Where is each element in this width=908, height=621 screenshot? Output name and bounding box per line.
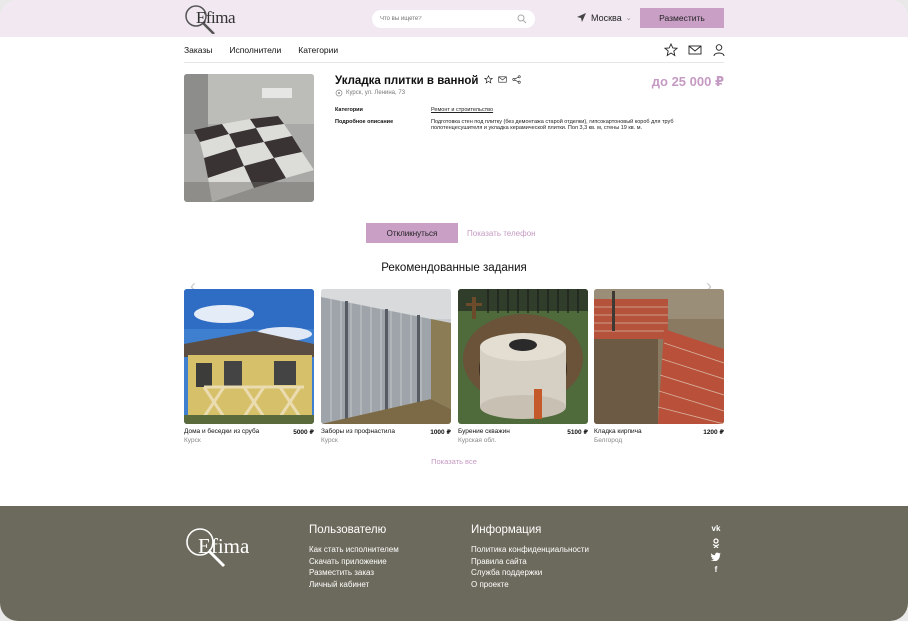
description-text: Подготовка стен под плитку (без демонтаж… [431, 118, 674, 132]
show-phone-link[interactable]: Показать телефон [467, 229, 536, 238]
nav-item-performers[interactable]: Исполнители [229, 45, 281, 55]
mail-icon[interactable] [688, 43, 702, 57]
show-all-link[interactable]: Показать все [0, 457, 908, 466]
footer-logo[interactable]: Efima [184, 526, 264, 570]
card-title: Бурение скважин [458, 428, 510, 435]
logo-text: Efima [196, 8, 236, 27]
footer-link[interactable]: Личный кабинет [309, 579, 399, 591]
city-selector[interactable]: Москва ⌄ [576, 12, 632, 23]
description-label: Подробное описание [335, 118, 394, 125]
location-arrow-icon [577, 13, 586, 22]
card-image[interactable] [321, 289, 451, 424]
card-price: 5000 ₽ [293, 429, 314, 436]
share-icon[interactable] [512, 75, 521, 84]
card-city: Курск [184, 437, 201, 444]
twitter-icon[interactable] [711, 552, 721, 561]
card-title: Заборы из профнастила [321, 428, 395, 435]
nav-item-orders[interactable]: Заказы [184, 45, 212, 55]
main-nav: Заказы Исполнители Категории [184, 45, 338, 55]
city-name: Москва [591, 12, 622, 23]
footer-logo-text: Efima [198, 534, 250, 558]
task-card[interactable]: Бурение скважин 5100 ₽ Курская обл. [458, 289, 588, 448]
respond-button[interactable]: Откликнуться [366, 223, 458, 243]
facebook-icon[interactable]: f [715, 565, 718, 575]
task-price: до 25 000 ₽ [651, 74, 724, 89]
task-card[interactable]: Заборы из профнастила 1000 ₽ Курск [321, 289, 451, 448]
star-icon[interactable] [664, 43, 678, 57]
social-links: vk f [711, 524, 721, 575]
task-photo[interactable] [184, 74, 314, 202]
task-address: Курск, ул. Ленина, 73 [335, 89, 405, 97]
footer: Efima Пользователю Как стать исполнителе… [0, 506, 908, 621]
search-icon[interactable] [517, 14, 527, 24]
favorite-star-icon[interactable] [484, 75, 493, 84]
footer-link[interactable]: Политика конфиденциальности [471, 544, 589, 556]
card-image[interactable] [594, 289, 724, 424]
footer-users-column: Пользователю Как стать исполнителем Скач… [309, 524, 399, 591]
post-button[interactable]: Разместить [640, 8, 724, 28]
task-details: Категории Ремонт и строительство Подробн… [335, 107, 723, 137]
card-image[interactable] [184, 289, 314, 424]
search-input[interactable] [380, 12, 510, 26]
card-price: 5100 ₽ [567, 429, 588, 436]
card-city: Курск [321, 437, 338, 444]
user-icon[interactable] [712, 43, 726, 57]
card-title: Дома и беседки из сруба [184, 428, 260, 435]
task-title: Укладка плитки в ванной [335, 75, 479, 87]
task-actions [484, 75, 521, 84]
search-box[interactable] [372, 10, 535, 28]
recommended-title: Рекомендованные задания [381, 262, 527, 274]
category-label: Категории [335, 107, 363, 113]
footer-link[interactable]: Как стать исполнителем [309, 544, 399, 556]
task-card[interactable]: Кладка кирпича 1200 ₽ Белгород [594, 289, 724, 448]
ok-icon[interactable] [712, 538, 720, 548]
footer-link[interactable]: О проекте [471, 579, 589, 591]
nav-icons [664, 43, 726, 57]
vk-icon[interactable]: vk [712, 524, 721, 534]
footer-link[interactable]: Правила сайта [471, 556, 589, 568]
card-title: Кладка кирпича [594, 428, 642, 435]
footer-link[interactable]: Служба поддержки [471, 567, 589, 579]
footer-link[interactable]: Разместить заказ [309, 567, 399, 579]
footer-users-title: Пользователю [309, 524, 387, 536]
card-price: 1200 ₽ [703, 429, 724, 436]
location-pin-icon [335, 89, 343, 97]
task-card[interactable]: Дома и беседки из сруба 5000 ₽ Курск [184, 289, 314, 448]
category-link[interactable]: Ремонт и строительство [431, 107, 723, 114]
nav-divider [184, 62, 724, 63]
page: Efima Москва ⌄ Разместить Заказы Исполни… [0, 0, 908, 621]
nav-item-categories[interactable]: Категории [298, 45, 338, 55]
card-city: Белгород [594, 437, 623, 444]
card-city: Курская обл. [458, 437, 497, 444]
chevron-down-icon: ⌄ [625, 14, 632, 22]
message-icon[interactable] [498, 75, 507, 84]
task-address-text: Курск, ул. Ленина, 73 [346, 90, 406, 96]
footer-link[interactable]: Скачать приложение [309, 556, 399, 568]
card-image[interactable] [458, 289, 588, 424]
footer-info-column: Информация Политика конфиденциальности П… [471, 524, 589, 591]
logo[interactable]: Efima [184, 4, 244, 35]
card-price: 1000 ₽ [430, 429, 451, 436]
footer-info-title: Информация [471, 524, 542, 536]
top-bar: Efima Москва ⌄ Разместить [0, 0, 908, 37]
